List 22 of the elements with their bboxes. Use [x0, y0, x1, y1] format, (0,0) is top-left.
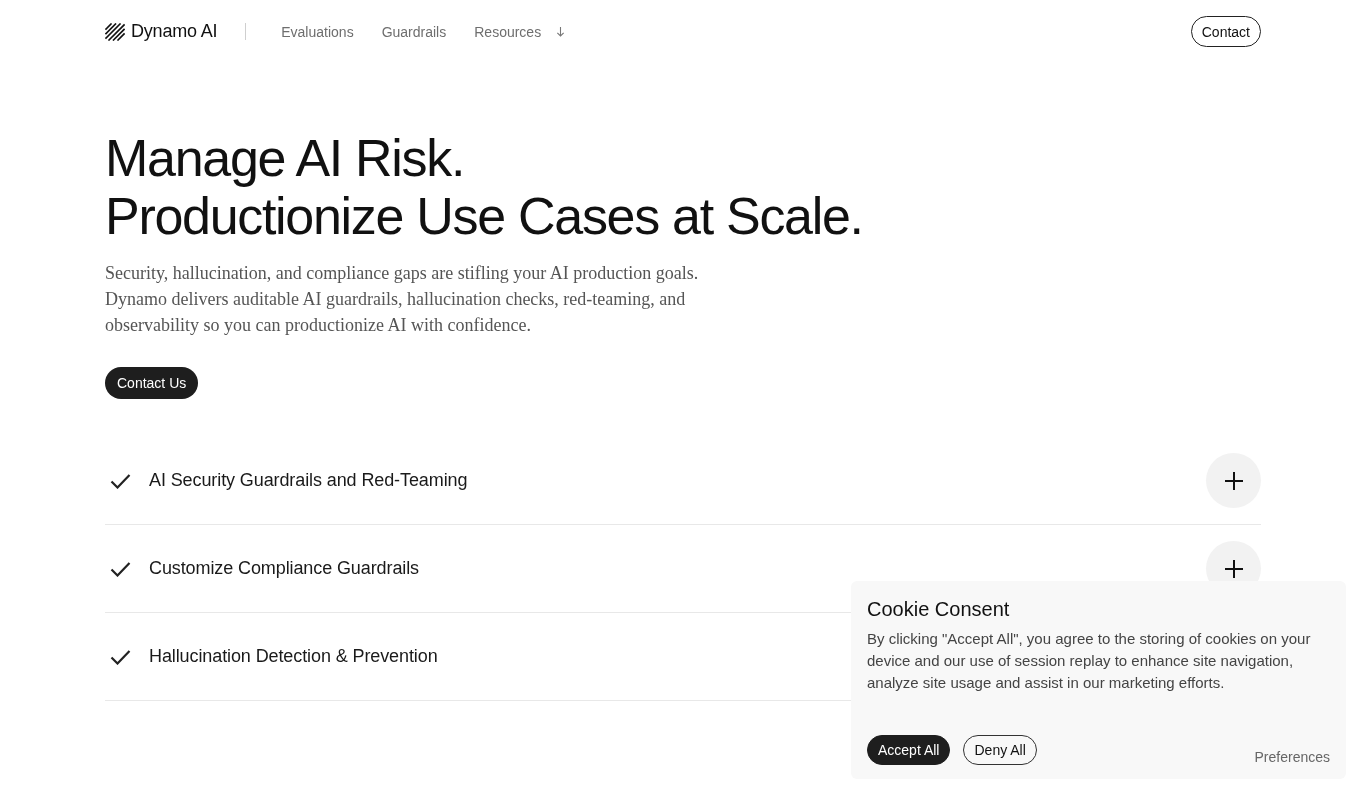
feature-title: AI Security Guardrails and Red-Teaming — [149, 470, 468, 491]
nav-link[interactable]: Resources — [474, 23, 542, 40]
cookie-title: Cookie Consent — [867, 597, 1010, 621]
contact-button[interactable]: Contact — [1190, 16, 1261, 47]
logo-link[interactable]: Dynamo AI — [105, 21, 218, 42]
logo-icon — [105, 22, 125, 41]
checkmark-icon — [110, 472, 131, 489]
contact-us-button[interactable]: Contact Us — [105, 367, 199, 399]
accept-button[interactable]: Accept All — [867, 735, 951, 765]
nav-link[interactable]: Evaluations — [281, 23, 354, 40]
plus-icon — [1224, 559, 1243, 578]
cookie-text: By clicking "Accept All", you agree to the storing of cookies on your device and our use of session replay to enhance site navigation, analyze site usage and assist in our marketing efforts. — [867, 629, 1312, 693]
plus-icon — [1224, 471, 1243, 490]
feature-title: Hallucination Detection & Prevention — [149, 646, 438, 667]
feature-title: Customize Compliance Guardrails — [149, 558, 419, 579]
checkmark-icon — [110, 648, 131, 665]
hero-description: Security, hallucination, and compliance gaps are stifling your AI production goals. Dynamo delivers auditable AI guardrails, hallucination checks, red-teaming, and observability so you can productionize AI with confidence. — [105, 262, 700, 337]
arrow-down-icon[interactable] — [556, 26, 566, 37]
preferences-link[interactable]: Preferences — [1254, 749, 1330, 765]
checkmark-icon — [110, 560, 131, 577]
hero-heading: Manage AI Risk. Productionize Use Cases at Scale. — [105, 129, 863, 245]
nav-link[interactable]: Guardrails — [381, 23, 447, 40]
